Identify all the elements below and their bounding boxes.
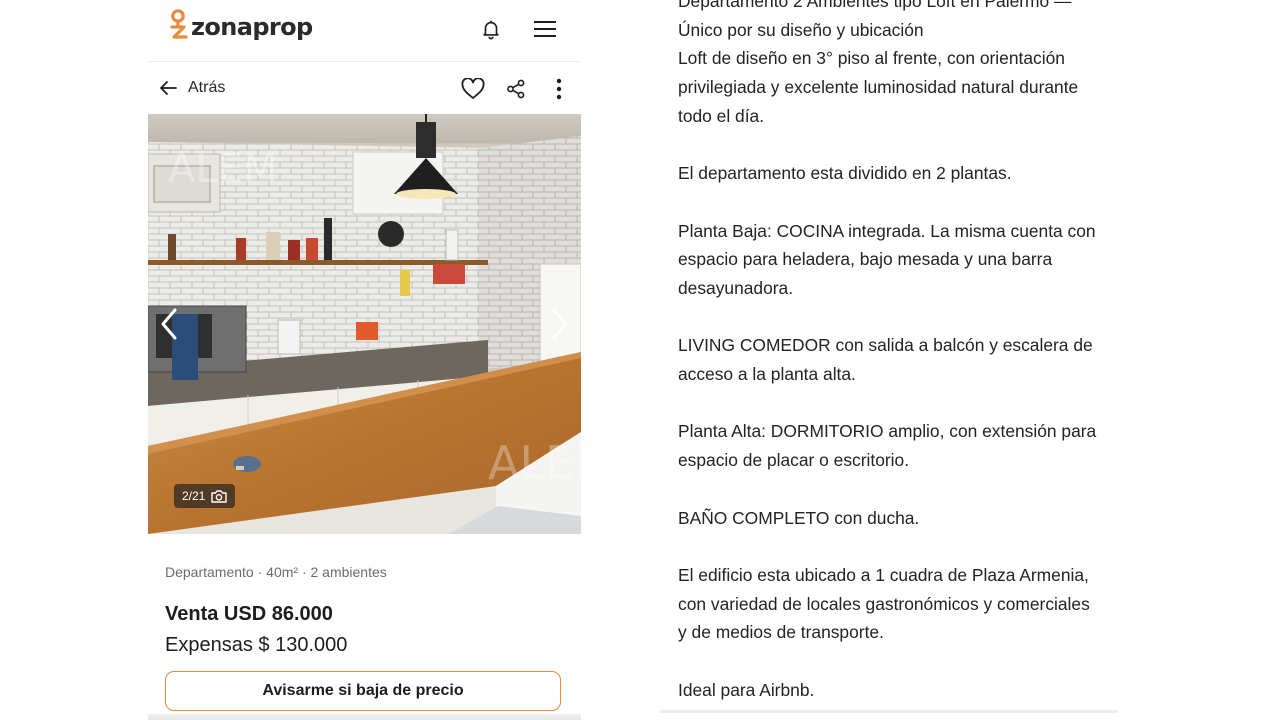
app-header: zonaprop bbox=[148, 0, 581, 58]
expensas-amount: Expensas $ 130.000 bbox=[165, 634, 348, 656]
chevron-right-icon bbox=[552, 308, 568, 340]
sale-price: Venta USD 86.000 bbox=[165, 603, 333, 625]
price-drop-alert-button[interactable]: Avisarme si baja de precio bbox=[165, 671, 561, 711]
heart-icon bbox=[461, 78, 485, 99]
more-vertical-icon bbox=[556, 78, 562, 100]
description-paragraph: Departamento 2 Ambientes tipo Loft en Pa… bbox=[678, 0, 1079, 126]
zonaprop-logo[interactable]: zonaprop bbox=[170, 5, 313, 45]
svg-text:ALEM: ALEM bbox=[488, 436, 581, 490]
description-paragraph: El departamento esta dividido en 2 plant… bbox=[678, 163, 1012, 184]
description-paragraph: Ideal para Airbnb. bbox=[678, 679, 815, 700]
share-icon bbox=[507, 79, 525, 99]
description-bottom-divider bbox=[660, 710, 1118, 713]
description-paragraph: Planta Alta: DORMITORIO amplio, con exte… bbox=[678, 421, 1097, 471]
description-paragraph: El edificio esta ubicado a 1 cuadra de P… bbox=[678, 564, 1090, 643]
description-paragraph: BAÑO COMPLETO con ducha. bbox=[678, 507, 920, 528]
description-panel: Departamento 2 Ambientes tipo Loft en Pa… bbox=[660, 0, 1120, 720]
arrow-left-icon bbox=[160, 81, 177, 95]
notifications-button[interactable] bbox=[476, 14, 506, 44]
share-button[interactable] bbox=[501, 74, 531, 104]
photo-counter-text: 2/21 bbox=[182, 489, 206, 503]
back-button[interactable]: Atrás bbox=[158, 74, 225, 102]
kitchen-photo: ALEM ALEM bbox=[148, 114, 581, 534]
gallery-prev-button[interactable] bbox=[154, 304, 184, 344]
menu-button[interactable] bbox=[530, 14, 560, 44]
bell-icon bbox=[483, 20, 499, 40]
chevron-left-icon bbox=[161, 308, 177, 340]
back-label: Atrás bbox=[188, 79, 226, 96]
logo-text: zonaprop bbox=[191, 13, 313, 41]
zonaprop-pin-icon bbox=[170, 9, 188, 39]
gallery-next-button[interactable] bbox=[545, 304, 575, 344]
hamburger-menu-icon bbox=[534, 21, 556, 37]
listing-description: Departamento 2 Ambientes tipo Loft en Pa… bbox=[678, 0, 1118, 704]
description-paragraph: Planta Baja: COCINA integrada. La misma … bbox=[678, 220, 1096, 298]
more-options-button[interactable] bbox=[544, 74, 574, 104]
listing-phone-panel: zonaprop Atrás ALEM ALE 2/21 Departament… bbox=[148, 0, 581, 720]
photo-counter-badge[interactable]: 2/21 bbox=[174, 484, 236, 508]
description-paragraph: LIVING COMEDOR con salida a balcón y esc… bbox=[678, 335, 1093, 385]
favorite-button[interactable] bbox=[458, 74, 488, 104]
property-features: Departamento · 40m² · 2 ambientes bbox=[165, 564, 387, 580]
camera-icon bbox=[211, 490, 228, 503]
photo-gallery[interactable]: ALEM ALEM 2/21 bbox=[148, 114, 581, 534]
bottom-bar-shadow bbox=[148, 714, 581, 720]
svg-text:ALEM: ALEM bbox=[168, 146, 277, 192]
listing-navbar: Atrás bbox=[148, 62, 581, 114]
